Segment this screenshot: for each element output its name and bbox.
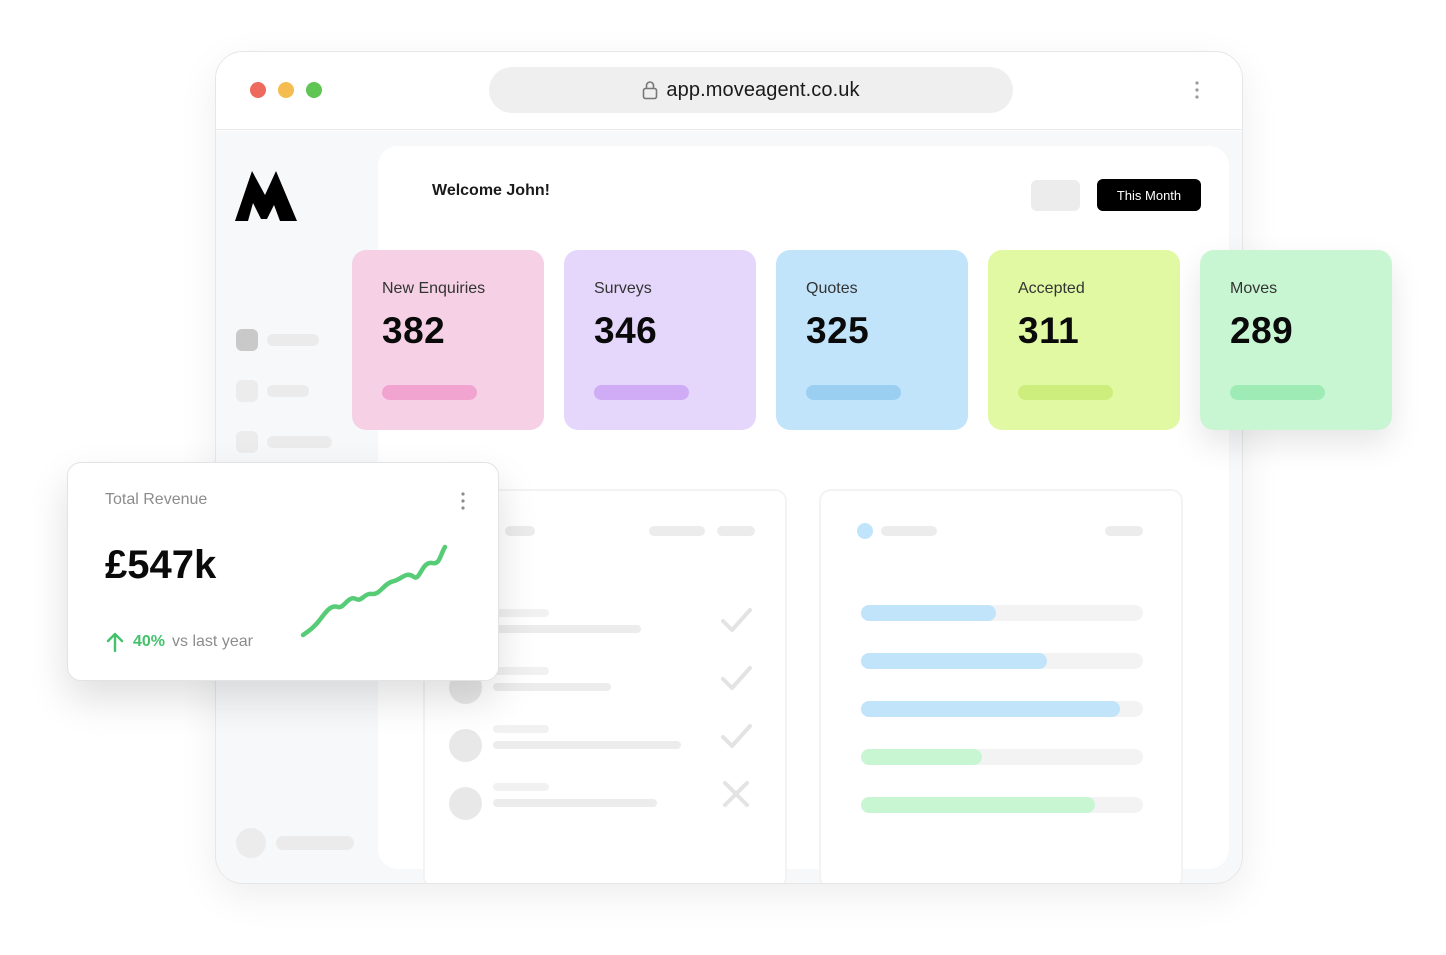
revenue-change: 40% vs last year [105, 631, 253, 653]
stat-label: Moves [1230, 280, 1278, 297]
nav-label-placeholder [267, 334, 319, 346]
stat-label: New Enquiries [382, 280, 486, 297]
stat-card-accepted[interactable]: Accepted 311 [988, 250, 1180, 430]
arrow-up-icon [106, 632, 124, 653]
stat-card-quotes[interactable]: Quotes 325 [776, 250, 968, 430]
avatar [236, 828, 266, 858]
progress-fill [861, 653, 1048, 669]
sidebar-item-3[interactable] [236, 431, 332, 453]
progress-bar [861, 797, 1143, 813]
revenue-change-percent: 40% [133, 633, 166, 650]
check-icon [721, 724, 752, 748]
panel-header-placeholder [1105, 526, 1143, 536]
progress-fill [861, 797, 1096, 813]
list-title-placeholder [493, 609, 549, 617]
sidebar-item-1[interactable] [236, 329, 319, 351]
progress-fill [861, 749, 983, 765]
nav-icon [236, 431, 258, 453]
stat-bar [806, 385, 901, 400]
browser-menu-icon[interactable] [1194, 80, 1200, 100]
stat-bar [1018, 385, 1113, 400]
list-avatar [449, 787, 482, 820]
panel-header-placeholder [649, 526, 705, 536]
stat-value: 289 [1230, 310, 1294, 351]
list-subtitle-placeholder [493, 683, 611, 691]
url-text: app.moveagent.co.uk [666, 78, 860, 101]
list-title-placeholder [493, 783, 549, 791]
revenue-value: £547k [105, 543, 217, 587]
stat-label: Surveys [594, 280, 652, 297]
total-revenue-card[interactable]: Total Revenue £547k 40% vs last year [67, 462, 499, 681]
sidebar-profile[interactable] [236, 828, 354, 858]
list-subtitle-placeholder [493, 799, 657, 807]
check-icon [721, 666, 752, 690]
list-title-placeholder [493, 725, 549, 733]
stat-bar [1230, 385, 1325, 400]
sidebar-item-2[interactable] [236, 380, 309, 402]
progress-bar [861, 701, 1143, 717]
nav-label-placeholder [267, 436, 332, 448]
browser-toolbar: app.moveagent.co.uk [216, 52, 1242, 130]
list-subtitle-placeholder [493, 741, 681, 749]
panel-title-placeholder [505, 526, 535, 536]
moveagent-logo[interactable] [235, 169, 297, 221]
stat-card-new-enquiries[interactable]: New Enquiries 382 [352, 250, 544, 430]
nav-label-placeholder [267, 385, 309, 397]
stat-bar [594, 385, 689, 400]
progress-bar [861, 749, 1143, 765]
progress-bar [861, 605, 1143, 621]
list-subtitle-placeholder [493, 625, 641, 633]
profile-name-placeholder [276, 836, 354, 850]
list-avatar [449, 729, 482, 762]
stat-label: Accepted [1018, 280, 1085, 297]
revenue-label: Total Revenue [105, 491, 208, 508]
address-bar[interactable]: app.moveagent.co.uk [489, 67, 1013, 113]
minimize-window-button[interactable] [278, 82, 294, 98]
stat-value: 382 [382, 310, 446, 351]
card-menu-icon[interactable] [460, 491, 466, 511]
cross-icon [723, 781, 749, 807]
this-month-button[interactable]: This Month [1097, 179, 1201, 211]
progress-fill [861, 605, 997, 621]
panel-title-placeholder [881, 526, 937, 536]
stat-value: 311 [1018, 310, 1080, 351]
progress-fill [861, 701, 1121, 717]
revenue-trend-sparkline [300, 544, 448, 638]
nav-icon [236, 329, 258, 351]
revenue-change-suffix: vs last year [172, 633, 253, 650]
legend-dot [857, 523, 873, 539]
maximize-window-button[interactable] [306, 82, 322, 98]
stat-value: 346 [594, 310, 658, 351]
filter-button[interactable] [1031, 180, 1080, 211]
panel-header-placeholder [717, 526, 755, 536]
welcome-heading: Welcome John! [432, 182, 550, 199]
stat-card-moves[interactable]: Moves 289 [1200, 250, 1392, 430]
stat-label: Quotes [806, 280, 858, 297]
check-icon [721, 608, 752, 632]
stat-value: 325 [806, 310, 870, 351]
progress-panel [819, 489, 1183, 883]
progress-bar [861, 653, 1143, 669]
list-title-placeholder [493, 667, 549, 675]
stat-bar [382, 385, 477, 400]
stat-card-surveys[interactable]: Surveys 346 [564, 250, 756, 430]
nav-icon [236, 380, 258, 402]
lock-icon [643, 81, 658, 100]
close-window-button[interactable] [250, 82, 266, 98]
